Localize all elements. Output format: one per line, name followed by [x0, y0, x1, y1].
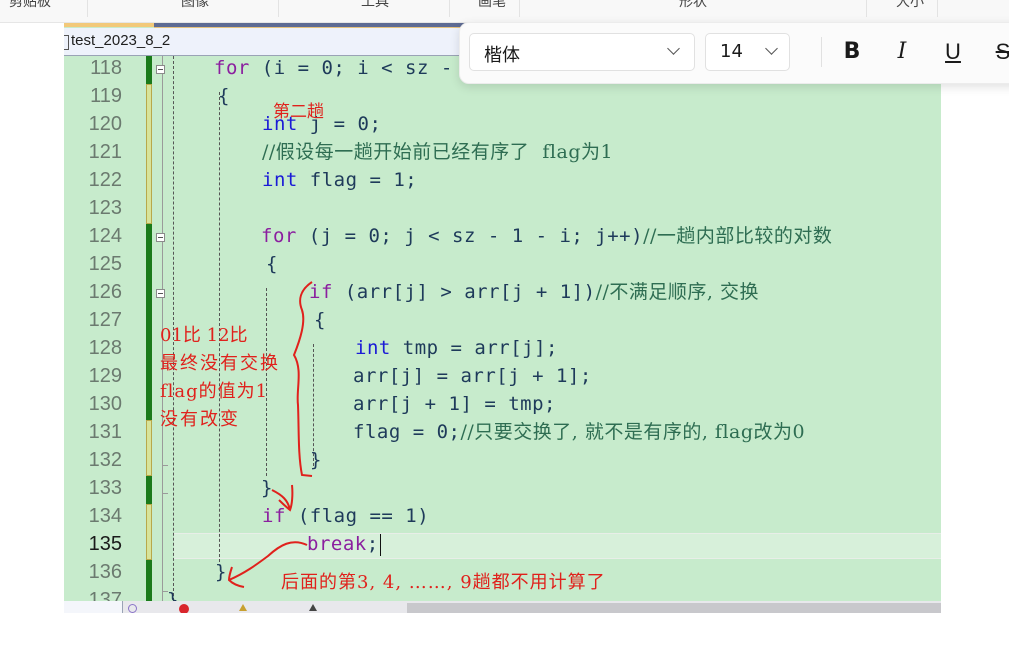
toolbar-divider: [821, 37, 822, 67]
chevron-down-icon: [667, 42, 680, 55]
underline-button[interactable]: U: [938, 37, 968, 67]
ink-arrow-left-stroke: [227, 541, 308, 588]
chevron-down-icon: [765, 42, 778, 55]
ink-strokes: [227, 281, 313, 588]
strikethrough-button[interactable]: S: [988, 37, 1009, 67]
bold-button[interactable]: B: [837, 37, 867, 67]
font-family-dropdown[interactable]: 楷体: [469, 33, 695, 71]
font-family-value: 楷体: [484, 45, 520, 66]
font-size-dropdown[interactable]: 14: [705, 33, 790, 71]
italic-button[interactable]: I: [887, 37, 917, 67]
ink-bracket-stroke: [292, 281, 313, 477]
font-size-value: 14: [720, 41, 743, 62]
ink-arrow-down-stroke: [271, 484, 294, 512]
text-format-toolbar: 楷体 14 B I U S: [459, 22, 1009, 84]
